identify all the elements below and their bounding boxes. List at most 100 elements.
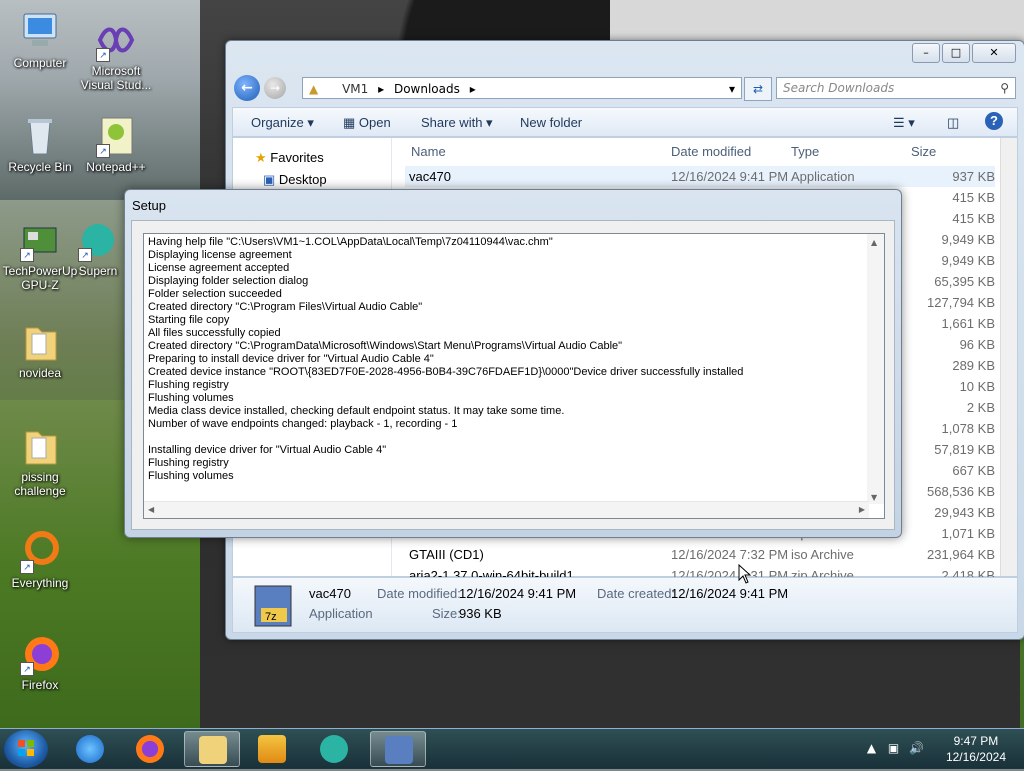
desktop-icon-firefox[interactable]: ↗ Firefox	[0, 632, 80, 692]
details-size: 936 KB	[459, 606, 502, 621]
column-header-size[interactable]: Size	[911, 144, 936, 159]
network-icon[interactable]: ▣	[888, 741, 899, 755]
volume-icon[interactable]: 🔊	[909, 741, 924, 755]
desktop-icon: ▣	[263, 172, 276, 187]
log-line: Folder selection succeeded	[148, 288, 282, 300]
system-tray: ▲ ▣ 🔊	[867, 741, 924, 755]
start-button[interactable]	[4, 730, 48, 768]
desktop-icon-supern[interactable]: ↗ Supern	[68, 218, 128, 278]
command-bar: Organize ▾ ▦ Open Share with ▾ New folde…	[232, 107, 1018, 137]
desktop-icon-label: Computer	[13, 56, 67, 70]
open-label: Open	[358, 115, 391, 130]
taskbar-setup[interactable]	[370, 731, 426, 767]
breadcrumb-downloads[interactable]: Downloads	[394, 82, 460, 96]
scroll-left-icon[interactable]: ◀	[148, 505, 154, 514]
firefox-icon	[136, 735, 164, 763]
breadcrumb-separator-icon: ▸	[469, 82, 476, 96]
supern-icon: ↗	[76, 218, 120, 262]
share-with-button[interactable]: Share with ▾	[421, 115, 493, 131]
nav-desktop-label: Desktop	[278, 172, 327, 187]
breadcrumb-vm1[interactable]: VM1	[342, 82, 368, 96]
scroll-right-icon[interactable]: ▶	[859, 505, 865, 514]
desktop-icon-label: Firefox	[21, 678, 59, 692]
address-bar[interactable]: ▲ VM1 ▸ Downloads ▸ ▾	[302, 77, 742, 99]
log-line: Flushing registry	[148, 457, 229, 469]
desktop-icon-pissing-challenge[interactable]: pissing challenge	[0, 424, 80, 498]
window-controls: – □ ✕	[912, 43, 1016, 63]
mouse-cursor-icon	[738, 563, 752, 587]
search-input[interactable]: Search Downloads ⚲	[776, 77, 1016, 99]
log-vertical-scrollbar[interactable]: ▲ ▼	[867, 234, 884, 504]
back-button[interactable]: ←	[234, 75, 260, 101]
desktop-icon-recycle-bin[interactable]: Recycle Bin	[0, 114, 80, 174]
scroll-up-icon[interactable]: ▲	[871, 238, 877, 247]
nav-desktop[interactable]: ▣ Desktop	[263, 172, 327, 188]
details-date-modified: 12/16/2024 9:41 PM	[459, 586, 577, 601]
log-line: Created directory "C:\ProgramData\Micros…	[148, 340, 623, 352]
setup-installer-icon	[385, 736, 413, 764]
computer-icon	[18, 10, 62, 54]
desktop-icon-label: Recycle Bin	[8, 160, 72, 174]
log-line: Preparing to install device driver for "…	[148, 353, 434, 365]
nav-favorites[interactable]: ★ Favorites	[255, 150, 324, 166]
taskbar-firefox[interactable]	[122, 731, 178, 767]
log-line: Flushing registry	[148, 379, 229, 391]
folder-icon	[18, 424, 62, 468]
details-file-name: vac470	[309, 586, 351, 601]
minimize-button[interactable]: –	[912, 43, 940, 63]
view-options-icon[interactable]: ☰ ▾	[893, 115, 915, 131]
setup-dialog[interactable]: Setup Having help file "C:\Users\VM1~1.C…	[124, 189, 902, 538]
organize-button[interactable]: Organize ▾	[251, 115, 314, 131]
clock[interactable]: 9:47 PM 12/16/2024	[946, 733, 1006, 765]
column-header-name[interactable]: Name	[411, 144, 446, 159]
log-lines: Having help file "C:\Users\VM1~1.COL\App…	[148, 236, 862, 483]
chevron-down-icon[interactable]: ▾	[729, 78, 735, 100]
file-type: iso Archive	[791, 547, 854, 562]
file-size: 65,395 KB	[934, 274, 995, 289]
file-row[interactable]: GTAIII (CD1) 12/16/2024 7:32 PM iso Archiv…	[405, 544, 995, 565]
setup-frame: Having help file "C:\Users\VM1~1.COL\App…	[131, 220, 895, 530]
desktop-icon-label: pissing challenge	[14, 470, 66, 498]
notepad-plus-plus-icon: ↗	[94, 114, 138, 158]
show-hidden-icons-icon[interactable]: ▲	[867, 741, 876, 755]
file-size: 231,964 KB	[927, 547, 995, 562]
folder-icon: ▲	[309, 82, 319, 96]
log-horizontal-scrollbar[interactable]: ◀ ▶	[144, 501, 869, 518]
refresh-button[interactable]: ⇄	[744, 77, 772, 101]
maximize-button[interactable]: □	[942, 43, 970, 63]
log-line: License agreement accepted	[148, 262, 290, 274]
desktop-icon-visual-studio[interactable]: ↗ Microsoft Visual Stud...	[76, 18, 156, 92]
vertical-scrollbar[interactable]	[1000, 138, 1017, 576]
file-size: 29,943 KB	[934, 505, 995, 520]
column-header-date[interactable]: Date modified	[671, 144, 751, 159]
details-file-kind: Application	[309, 606, 373, 621]
address-row: ← → ▲ VM1 ▸ Downloads ▸ ▾ ⇄ Search Downl…	[234, 75, 1016, 103]
desktop-icon-computer[interactable]: Computer	[0, 10, 80, 70]
desktop-icon-everything[interactable]: ↗ Everything	[0, 530, 80, 590]
log-line: Installing device driver for "Virtual Au…	[148, 444, 387, 456]
clock-time: 9:47 PM	[953, 734, 999, 748]
desktop-icon-novidea[interactable]: novidea	[0, 320, 80, 380]
preview-pane-icon[interactable]: ◫	[947, 115, 959, 131]
firefox-icon: ↗	[18, 632, 62, 676]
taskbar-media-player[interactable]	[244, 731, 300, 767]
desktop-icon-label: Everything	[11, 576, 69, 590]
desktop-icon-notepad-plus-plus[interactable]: ↗ Notepad++	[76, 114, 156, 174]
file-row[interactable]: vac470 12/16/2024 9:41 PM Application 937 K…	[405, 166, 995, 187]
close-button[interactable]: ✕	[972, 43, 1016, 63]
scroll-down-icon[interactable]: ▼	[871, 493, 877, 502]
log-line: Displaying license agreement	[148, 249, 292, 261]
open-button[interactable]: ▦ Open	[343, 115, 391, 131]
forward-button[interactable]: →	[264, 77, 286, 99]
file-size: 1,078 KB	[941, 421, 996, 436]
taskbar-explorer[interactable]	[184, 731, 240, 767]
taskbar-supern[interactable]	[306, 731, 362, 767]
log-line: Created device instance "ROOT\{83ED7F0E-…	[148, 366, 744, 378]
new-folder-button[interactable]: New folder	[520, 115, 582, 130]
taskbar-internet-explorer[interactable]	[62, 731, 118, 767]
setup-log[interactable]: Having help file "C:\Users\VM1~1.COL\App…	[143, 233, 885, 519]
visual-studio-icon: ↗	[94, 18, 138, 62]
help-icon[interactable]: ?	[985, 112, 1003, 130]
column-header-type[interactable]: Type	[791, 144, 819, 159]
